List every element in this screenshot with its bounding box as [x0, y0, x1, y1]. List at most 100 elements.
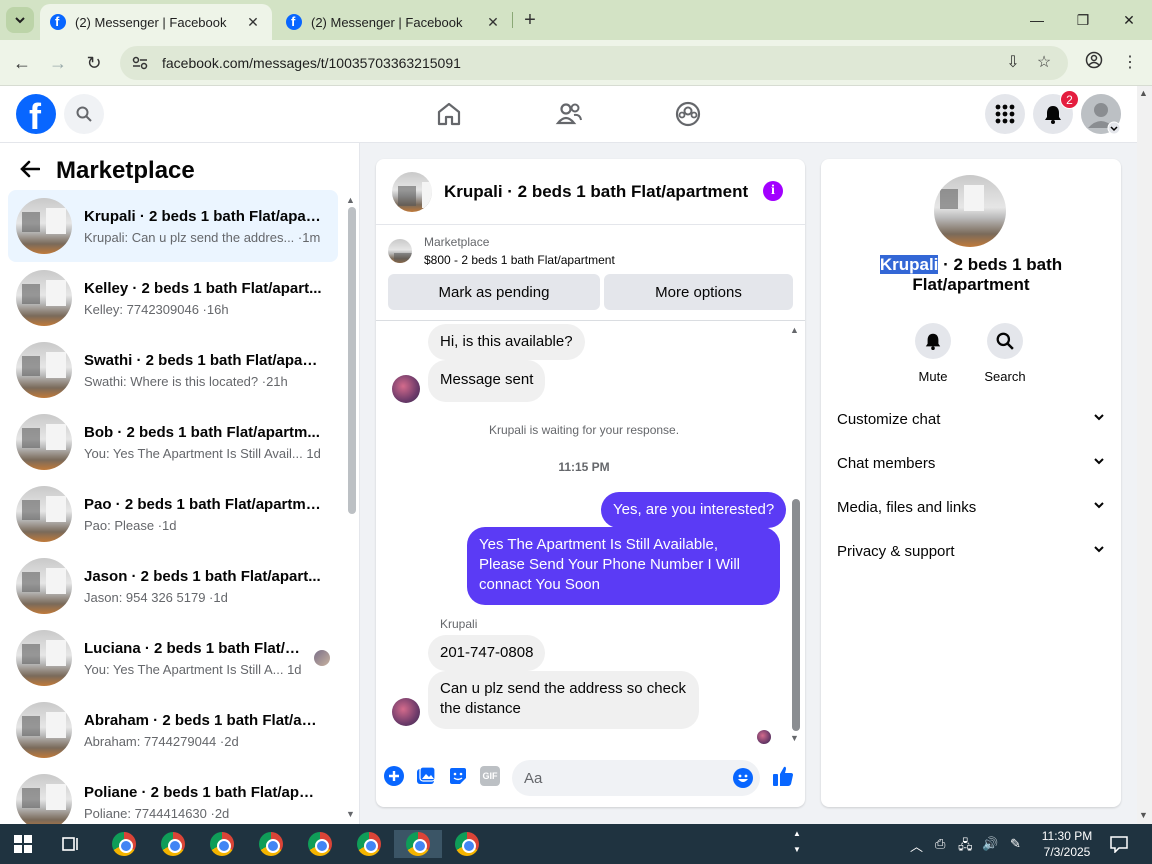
listing-thumbnail[interactable]	[392, 171, 432, 212]
privacy-support-row[interactable]: Privacy & support	[837, 543, 1105, 560]
conversation-item[interactable]: Swathi · 2 beds 1 bath Flat/apart... Swat…	[8, 334, 338, 406]
mark-as-pending-button[interactable]: Mark as pending	[388, 274, 600, 310]
scroll-down-arrow-icon[interactable]: ▼	[790, 733, 799, 743]
tab-search-button[interactable]	[6, 7, 34, 33]
tab-messenger[interactable]: (2) Messenger | Facebook ✕	[276, 4, 512, 40]
back-arrow-icon[interactable]	[20, 158, 41, 184]
close-window-button[interactable]: ✕	[1114, 8, 1144, 32]
browser-menu-icon[interactable]: ⋮	[1118, 51, 1142, 75]
groups-icon[interactable]	[673, 99, 703, 129]
chat-title[interactable]: Krupali · 2 beds 1 bath Flat/apartment	[444, 182, 748, 202]
clock-date: 7/3/2025	[1043, 845, 1091, 859]
info-icon[interactable]: i	[763, 181, 783, 201]
listing-summary[interactable]: Marketplace $800 - 2 beds 1 bath Flat/ap…	[388, 235, 615, 267]
taskbar-scroll-arrows-icon[interactable]: ▲ ▼	[793, 826, 801, 858]
mute-button[interactable]: Mute	[903, 323, 963, 384]
scroll-down-arrow-icon[interactable]: ▼	[346, 809, 355, 819]
reload-icon[interactable]: ↻	[82, 51, 106, 75]
conversation-name: Bob · 2 beds 1 bath Flat/apartm...	[84, 423, 320, 441]
listing-thumbnail[interactable]	[934, 175, 1006, 247]
pen-icon[interactable]: ✎	[1010, 836, 1021, 852]
message-input[interactable]: Aa	[512, 760, 760, 796]
scroll-up-arrow-icon[interactable]: ▲	[346, 195, 355, 205]
conversation-item[interactable]: Kelley · 2 beds 1 bath Flat/apart... Kell…	[8, 262, 338, 334]
clock-time: 11:30 PM	[1041, 829, 1093, 843]
conversation-item[interactable]: Luciana · 2 beds 1 bath Flat/a... You: Ye…	[8, 622, 338, 694]
scroll-up-arrow-icon[interactable]: ▲	[790, 325, 799, 335]
sticker-icon[interactable]	[448, 766, 468, 786]
account-avatar[interactable]	[1081, 94, 1121, 134]
customize-chat-row[interactable]: Customize chat	[837, 411, 1105, 428]
section-label: Media, files and links	[837, 499, 977, 516]
device-icon[interactable]: ⎙	[935, 836, 945, 852]
more-options-button[interactable]: More options	[604, 274, 793, 310]
taskbar-chrome-app[interactable]	[157, 830, 189, 858]
menu-grid-button[interactable]	[985, 94, 1025, 134]
mute-label: Mute	[918, 369, 948, 384]
conversation-snippet: You: Yes The Apartment Is Still Avail...…	[84, 445, 321, 461]
back-arrow-icon[interactable]: ←	[10, 51, 34, 75]
incoming-message: Hi, is this available?	[428, 324, 585, 360]
address-bar[interactable]: facebook.com/messages/t/1003570336321509…	[120, 46, 1068, 80]
taskbar-chrome-app[interactable]	[255, 830, 287, 858]
facebook-logo-icon[interactable]	[16, 94, 56, 138]
conversation-name: Luciana · 2 beds 1 bath Flat/a...	[84, 639, 304, 657]
photo-icon[interactable]	[416, 766, 436, 786]
conversation-item[interactable]: Krupali · 2 beds 1 bath Flat/apar... Krup…	[8, 190, 338, 262]
conversation-name: Pao · 2 beds 1 bath Flat/apartme...	[84, 495, 322, 513]
chat-members-row[interactable]: Chat members	[837, 455, 1105, 472]
network-icon[interactable]: 🖧	[958, 836, 973, 858]
scroll-down-arrow-icon[interactable]: ▼	[1139, 810, 1148, 820]
bookmark-star-icon[interactable]: ☆	[1032, 51, 1056, 75]
windows-start-icon[interactable]	[14, 835, 32, 853]
default-avatar-icon	[1081, 94, 1121, 134]
tab-messenger-active[interactable]: (2) Messenger | Facebook ✕	[40, 4, 272, 40]
profile-icon[interactable]	[1082, 51, 1106, 75]
conversation-item[interactable]: Bob · 2 beds 1 bath Flat/apartm... You: Y…	[8, 406, 338, 478]
gif-icon[interactable]: GIF	[480, 766, 500, 786]
search-in-chat-button[interactable]: Search	[975, 323, 1035, 384]
plus-icon[interactable]	[384, 766, 404, 786]
emoji-icon[interactable]	[733, 768, 753, 788]
minimize-button[interactable]: —	[1022, 8, 1052, 32]
tab-close-icon[interactable]: ✕	[244, 14, 262, 31]
task-view-icon[interactable]	[62, 835, 80, 853]
media-files-links-row[interactable]: Media, files and links	[837, 499, 1105, 516]
thumbs-up-icon[interactable]	[772, 765, 794, 787]
install-app-icon[interactable]: ⇩	[1001, 51, 1025, 75]
conversation-item[interactable]: Jason · 2 beds 1 bath Flat/apart... Jason…	[8, 550, 338, 622]
listing-thumbnail	[16, 774, 72, 824]
chat-scrollbar[interactable]	[792, 499, 800, 731]
taskbar-clock[interactable]: 11:30 PM 7/3/2025	[1038, 828, 1096, 860]
taskbar-chrome-app[interactable]	[108, 830, 140, 858]
conversation-item[interactable]: Abraham · 2 beds 1 bath Flat/ap... Abraha…	[8, 694, 338, 766]
incoming-message: Message sent	[428, 360, 546, 402]
chevron-down-icon	[15, 17, 25, 24]
conversation-item[interactable]: Poliane · 2 beds 1 bath Flat/apar... Poli…	[8, 766, 338, 824]
volume-icon[interactable]: 🔊	[982, 836, 998, 852]
sender-avatar[interactable]	[392, 375, 420, 403]
taskbar-chrome-app[interactable]	[451, 830, 483, 858]
tab-close-icon[interactable]: ✕	[484, 14, 502, 31]
fb-search-button[interactable]	[64, 94, 104, 134]
restore-button[interactable]: ❐	[1068, 8, 1098, 32]
notification-center-icon[interactable]	[1110, 835, 1128, 853]
site-settings-icon[interactable]	[132, 55, 148, 71]
scroll-up-arrow-icon[interactable]: ▲	[1139, 88, 1148, 98]
conversation-item[interactable]: Pao · 2 beds 1 bath Flat/apartme... Pao: …	[8, 478, 338, 550]
taskbar-chrome-app[interactable]	[353, 830, 385, 858]
taskbar-chrome-app[interactable]	[304, 830, 336, 858]
new-tab-button[interactable]: +	[520, 8, 540, 32]
taskbar-chrome-app[interactable]	[206, 830, 238, 858]
friends-icon[interactable]	[554, 99, 584, 129]
forward-arrow-icon[interactable]: →	[46, 51, 70, 75]
show-hidden-icons-icon[interactable]: ︿	[910, 836, 923, 855]
taskbar-chrome-app-active[interactable]	[394, 830, 442, 858]
home-icon[interactable]	[434, 99, 464, 129]
selected-name-text: Krupali	[879, 255, 939, 274]
conversation-name: Abraham · 2 beds 1 bath Flat/ap...	[84, 711, 322, 729]
page-scrollbar[interactable]: ▲ ▼	[1137, 86, 1152, 824]
sidebar-scrollbar[interactable]	[348, 207, 356, 514]
sender-avatar[interactable]	[392, 698, 420, 726]
chevron-down-icon	[1094, 414, 1104, 421]
